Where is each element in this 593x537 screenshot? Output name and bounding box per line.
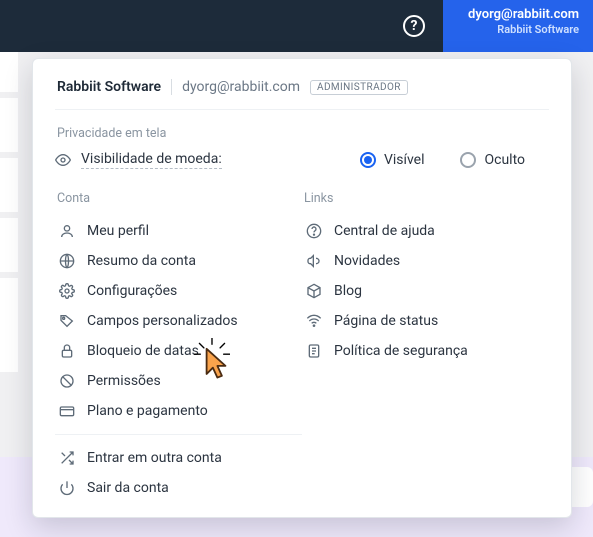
shuffle-icon [59,450,75,466]
menu-my-profile[interactable]: Meu perfil [55,216,302,246]
wifi-icon [306,313,322,329]
menu-news[interactable]: Novidades [302,246,549,276]
menu-label: Política de segurança [334,343,468,359]
menu-label: Página de status [334,313,438,329]
menu-label: Entrar em outra conta [87,450,222,466]
power-icon [59,480,75,496]
menu-billing[interactable]: Plano e pagamento [55,396,302,426]
account-dropdown: Rabbiit Software dyorg@rabbiit.com ADMIN… [32,58,572,518]
menu-settings[interactable]: Configurações [55,276,302,306]
box-icon [306,283,322,299]
menu-label: Bloqueio de datas [87,343,199,359]
dropdown-email: dyorg@rabbiit.com [182,79,300,95]
privacy-section-title: Privacidade em tela [57,126,549,141]
radio-hidden-label: Oculto [484,152,525,168]
menu-label: Campos personalizados [87,313,238,329]
menu-date-lock[interactable]: Bloqueio de datas [55,336,302,366]
menu-blog[interactable]: Blog [302,276,549,306]
menu-logout[interactable]: Sair da conta [55,473,302,503]
radio-hidden[interactable]: Oculto [460,152,525,168]
eye-icon [55,152,71,168]
tag-icon [59,313,75,329]
user-icon [59,223,75,239]
radio-visible[interactable]: Visível [360,152,425,168]
card-icon [59,403,75,419]
menu-label: Permissões [87,373,161,389]
account-section-title: Conta [57,191,302,206]
menu-label: Sair da conta [87,480,169,496]
menu-label: Configurações [87,283,177,299]
menu-label: Plano e pagamento [87,403,208,419]
admin-badge: ADMINISTRADOR [310,80,408,95]
user-account-block[interactable]: dyorg@rabbiit.com Rabbiit Software [443,0,593,52]
question-icon [306,223,322,239]
user-company: Rabbiit Software [457,23,579,36]
menu-label: Meu perfil [87,223,149,239]
globe-icon [59,253,75,269]
menu-label: Blog [334,283,362,299]
menu-switch-account[interactable]: Entrar em outra conta [55,443,302,473]
menu-account-summary[interactable]: Resumo da conta [55,246,302,276]
menu-help-center[interactable]: Central de ajuda [302,216,549,246]
menu-permissions[interactable]: Permissões [55,366,302,396]
bullhorn-icon [306,253,322,269]
user-email: dyorg@rabbiit.com [457,7,579,22]
document-icon [306,343,322,359]
menu-status-page[interactable]: Página de status [302,306,549,336]
gear-icon [59,283,75,299]
links-section-title: Links [304,191,549,206]
block-icon [59,373,75,389]
menu-security-policy[interactable]: Política de segurança [302,336,549,366]
dropdown-company: Rabbiit Software [57,79,161,95]
menu-label: Novidades [334,253,400,269]
radio-visible-label: Visível [384,152,425,168]
menu-custom-fields[interactable]: Campos personalizados [55,306,302,336]
help-icon[interactable]: ? [403,15,425,37]
menu-label: Central de ajuda [334,223,435,239]
topbar: ? dyorg@rabbiit.com Rabbiit Software [0,0,593,52]
menu-label: Resumo da conta [87,253,196,269]
privacy-label[interactable]: Visibilidade de moeda: [81,151,222,169]
lock-icon [59,343,75,359]
dropdown-header: Rabbiit Software dyorg@rabbiit.com ADMIN… [55,75,549,110]
